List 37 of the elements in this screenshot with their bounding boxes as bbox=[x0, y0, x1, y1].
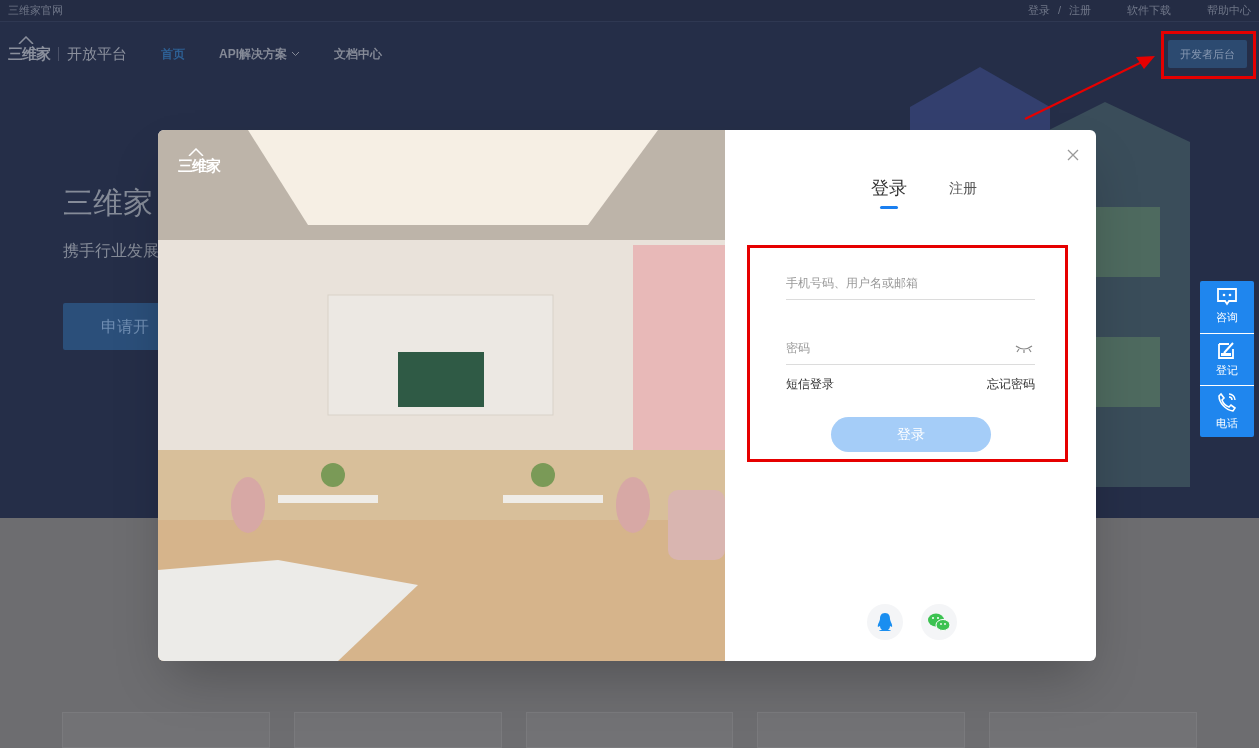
nav-link[interactable]: 首页 bbox=[161, 45, 185, 63]
hero-title: 三维家 bbox=[63, 185, 153, 221]
social-login-button[interactable] bbox=[866, 604, 903, 640]
roof-icon bbox=[18, 36, 34, 44]
close-button[interactable] bbox=[1066, 148, 1080, 162]
closed-eye-icon[interactable] bbox=[1015, 345, 1033, 353]
phone-icon bbox=[1217, 391, 1237, 412]
penguin-icon bbox=[875, 612, 894, 632]
close-icon bbox=[1066, 148, 1080, 162]
chat-bubbles-icon bbox=[926, 612, 951, 632]
roof-icon bbox=[188, 148, 204, 156]
console-button[interactable]: 开发者后台 bbox=[1168, 40, 1247, 68]
sms-login-link[interactable]: 短信登录 bbox=[786, 375, 834, 393]
chevron-down-icon bbox=[291, 51, 300, 57]
side-button[interactable]: 登记 bbox=[1200, 333, 1254, 385]
social-login-button[interactable] bbox=[920, 604, 957, 640]
chat-icon bbox=[1217, 288, 1237, 307]
forgot-password-link[interactable]: 忘记密码 bbox=[987, 375, 1035, 393]
login-link[interactable]: 登录 bbox=[1027, 2, 1050, 19]
nav-link[interactable]: API解决方案 bbox=[219, 45, 300, 63]
top-link[interactable]: 帮助中心 bbox=[1207, 2, 1251, 19]
separator: / bbox=[1057, 3, 1061, 19]
nav-link[interactable]: 文档中心 bbox=[334, 45, 382, 63]
account-field[interactable]: 手机号码、用户名或邮箱 bbox=[786, 267, 1035, 300]
hero-subtitle: 携手行业发展 bbox=[63, 241, 159, 261]
password-field[interactable]: 密码 bbox=[786, 332, 1035, 365]
tab[interactable]: 注册 bbox=[948, 178, 977, 199]
platform-title: 开放平台 bbox=[58, 47, 127, 61]
side-button[interactable]: 咨询 bbox=[1200, 281, 1254, 333]
tab-underline bbox=[879, 206, 898, 209]
top-link[interactable]: 软件下载 bbox=[1127, 2, 1171, 19]
register-link[interactable]: 注册 bbox=[1069, 2, 1091, 19]
side-button[interactable]: 电话 bbox=[1200, 385, 1254, 437]
logo[interactable]: 三维家 bbox=[8, 45, 50, 62]
tab[interactable]: 登录 bbox=[870, 175, 907, 209]
edit-icon bbox=[1218, 340, 1236, 359]
dialog-logo: 三维家 bbox=[178, 157, 220, 174]
